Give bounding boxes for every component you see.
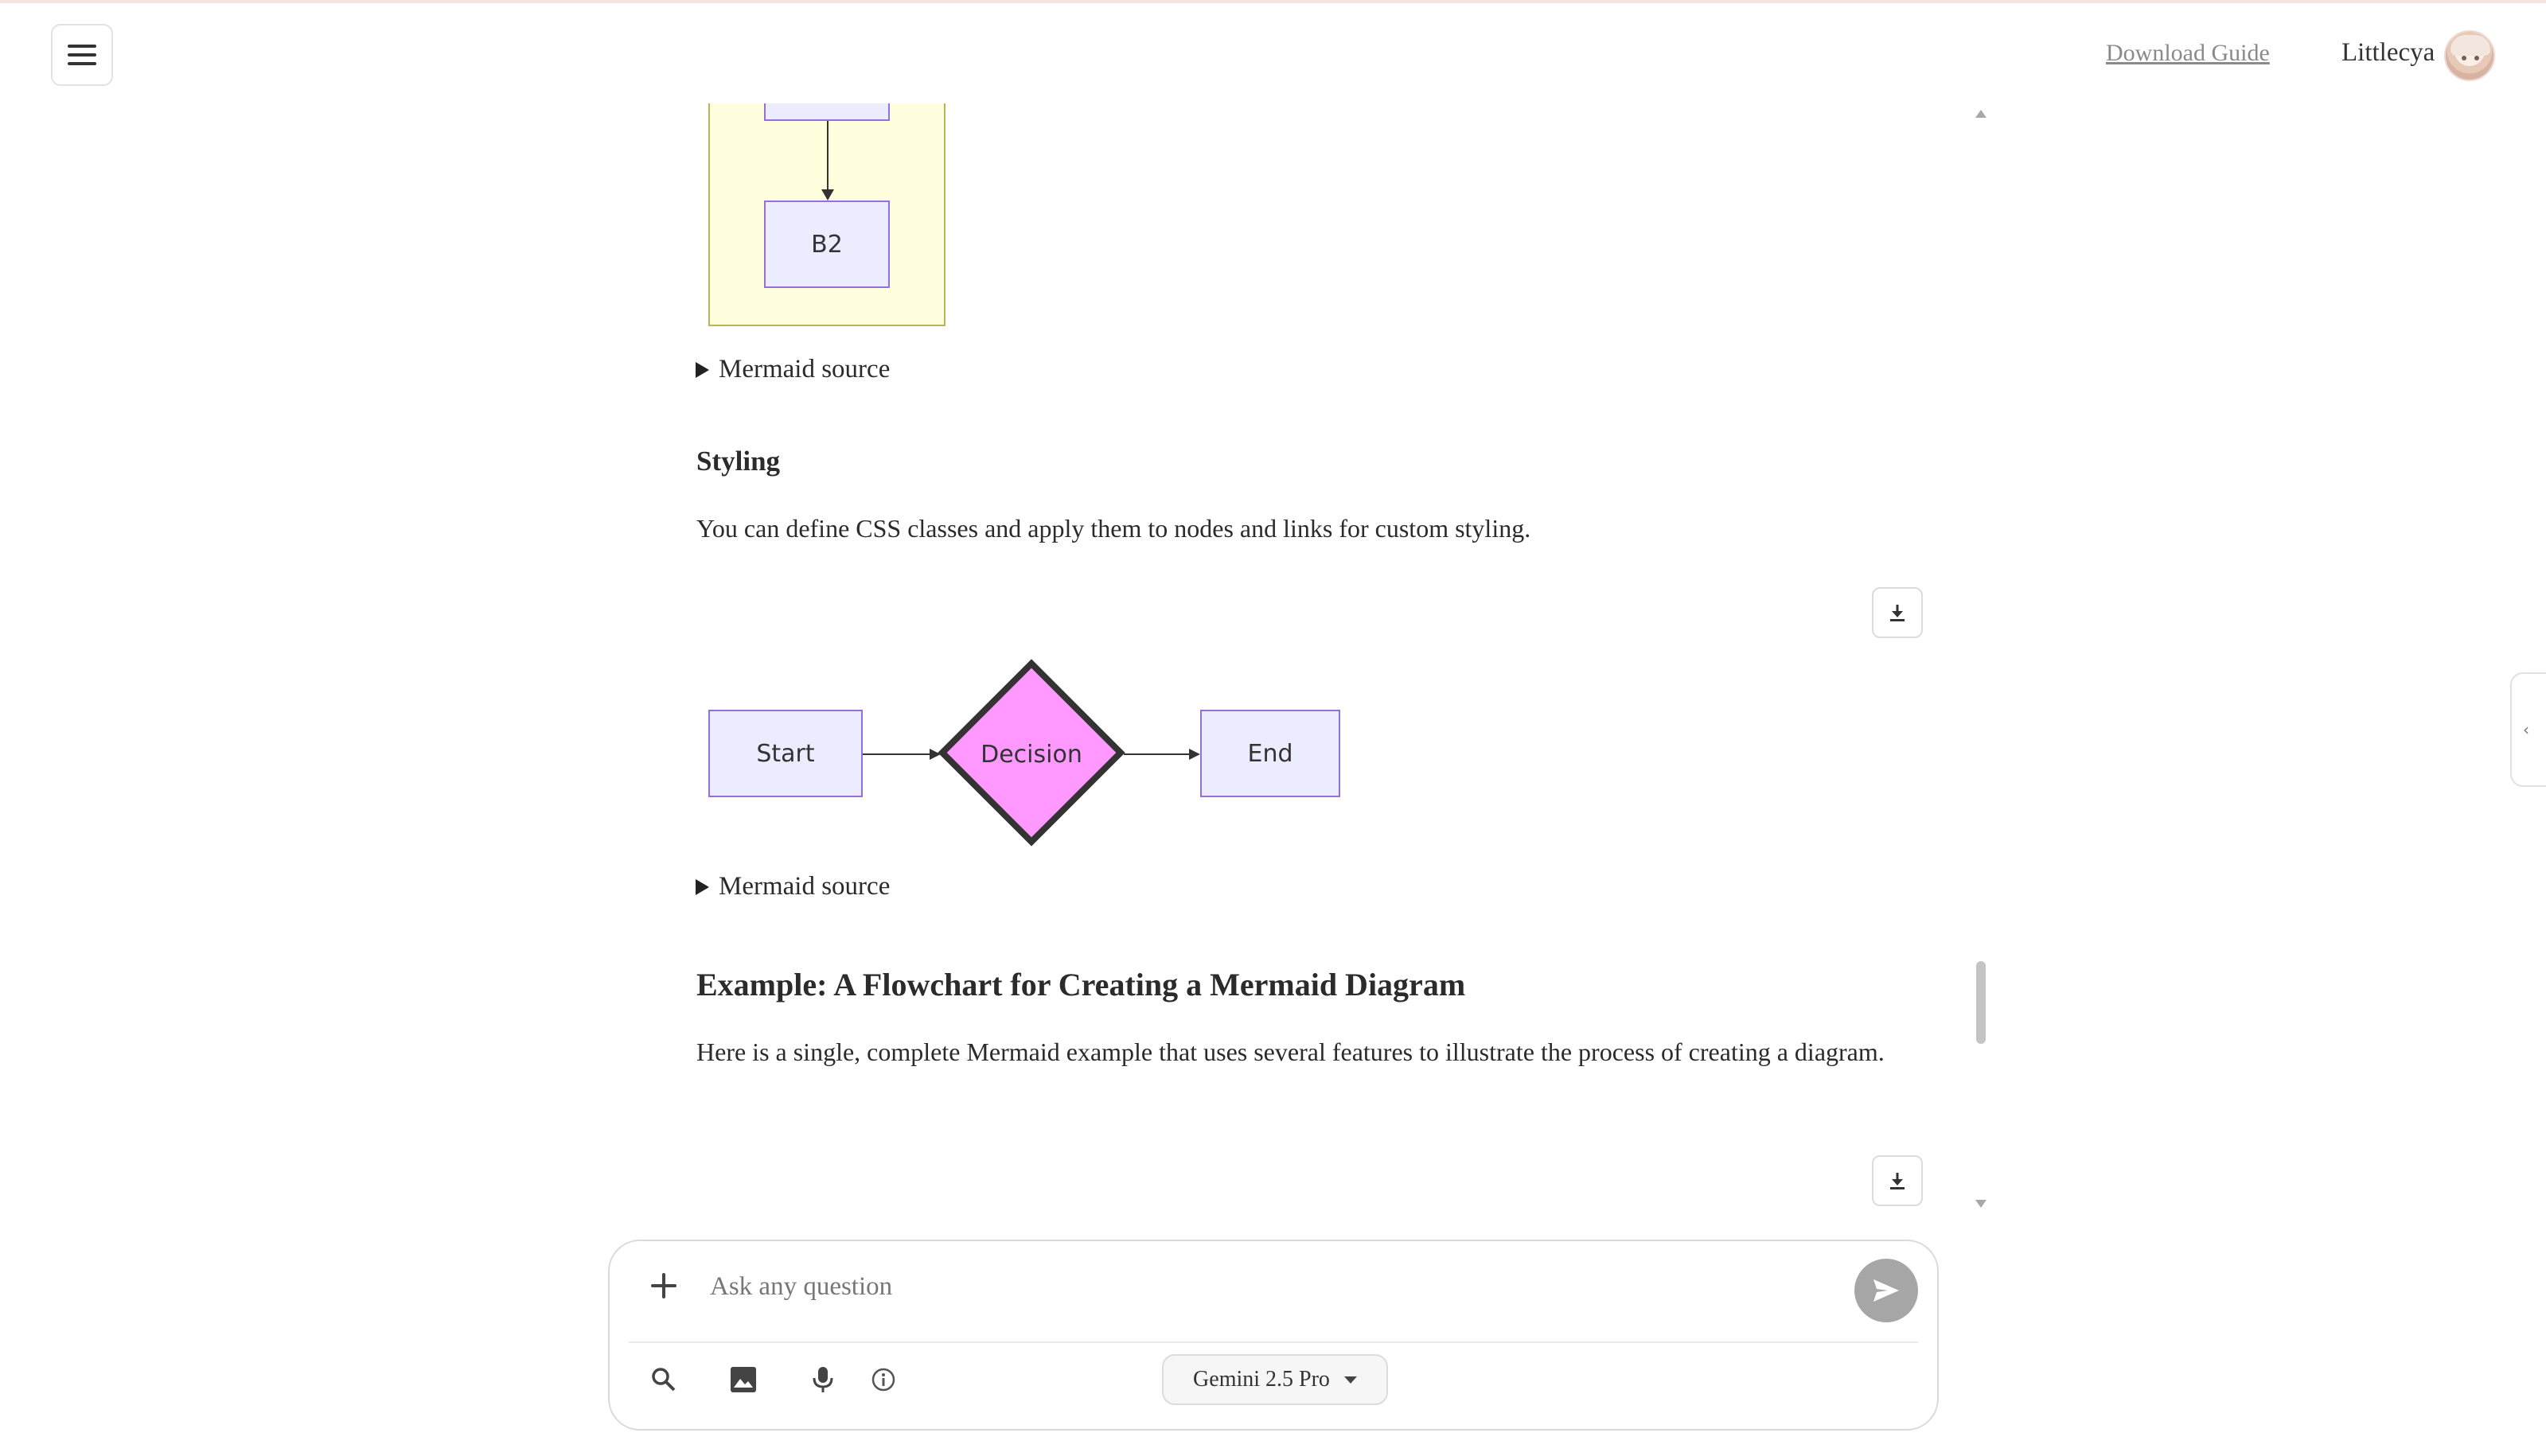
- model-selector[interactable]: Gemini 2.5 Pro: [1162, 1354, 1388, 1405]
- diagram-node-b1: [764, 103, 890, 121]
- download-diagram-button[interactable]: [1872, 587, 1923, 638]
- diagram-node-b2: B2: [764, 200, 890, 288]
- styling-heading: Styling: [696, 446, 781, 477]
- download-icon: [1890, 605, 1905, 621]
- ask-input[interactable]: [708, 1265, 1826, 1308]
- microphone-button[interactable]: [804, 1361, 842, 1399]
- info-button[interactable]: [864, 1361, 903, 1399]
- download-diagram-button[interactable]: [1872, 1155, 1923, 1206]
- chevron-down-icon: [1343, 1376, 1357, 1384]
- mermaid-source-toggle[interactable]: Mermaid source: [696, 355, 890, 384]
- info-icon: [871, 1368, 895, 1392]
- example-heading: Example: A Flowchart for Creating a Merm…: [696, 967, 1466, 1002]
- download-icon: [1890, 1173, 1905, 1189]
- disclosure-triangle-icon: [696, 878, 709, 895]
- menu-button[interactable]: [51, 24, 113, 86]
- menu-icon: [68, 45, 96, 65]
- mermaid-source-label: Mermaid source: [719, 872, 891, 901]
- send-icon: [1873, 1279, 1899, 1302]
- mic-icon: [813, 1367, 833, 1392]
- diagram-arrow: [821, 121, 834, 200]
- avatar[interactable]: [2444, 30, 2495, 81]
- diagram-arrow: [1124, 749, 1200, 760]
- diagram-node-decision-label: Decision: [981, 740, 1082, 769]
- mermaid-source-toggle[interactable]: Mermaid source: [696, 872, 890, 901]
- search-button[interactable]: [645, 1361, 683, 1399]
- side-panel-toggle[interactable]: ‹: [2510, 672, 2546, 787]
- app-page: Download Guide Littlecya B2 Mermaid sour…: [0, 0, 2546, 1456]
- model-selector-label: Gemini 2.5 Pro: [1193, 1367, 1330, 1392]
- plus-icon[interactable]: [648, 1270, 680, 1302]
- disclosure-triangle-icon: [696, 361, 709, 378]
- scrollbar-thumb[interactable]: [1976, 961, 1986, 1044]
- chevron-left-icon: ‹: [2523, 720, 2529, 739]
- image-button[interactable]: [724, 1361, 762, 1399]
- mermaid-source-label: Mermaid source: [719, 355, 891, 383]
- diagram-arrow: [863, 749, 941, 760]
- diagram-node-end: End: [1200, 710, 1340, 797]
- scroll-down-arrow[interactable]: [1975, 1200, 1987, 1208]
- top-accent-line: [0, 0, 2546, 3]
- download-guide-link[interactable]: Download Guide: [2106, 40, 2270, 67]
- search-icon: [652, 1368, 676, 1392]
- user-name[interactable]: Littlecya: [2341, 38, 2435, 68]
- chat-content: B2 Mermaid source Styling You can define…: [0, 103, 2546, 1209]
- image-icon: [731, 1367, 756, 1392]
- example-paragraph: Here is a single, complete Mermaid examp…: [696, 1037, 1885, 1066]
- chat-composer: Gemini 2.5 Pro: [608, 1240, 1939, 1431]
- scroll-up-arrow[interactable]: [1975, 110, 1987, 118]
- send-button[interactable]: [1854, 1259, 1918, 1322]
- composer-divider: [629, 1341, 1918, 1343]
- diagram-node-start: Start: [708, 710, 863, 797]
- styling-paragraph: You can define CSS classes and apply the…: [696, 514, 1531, 543]
